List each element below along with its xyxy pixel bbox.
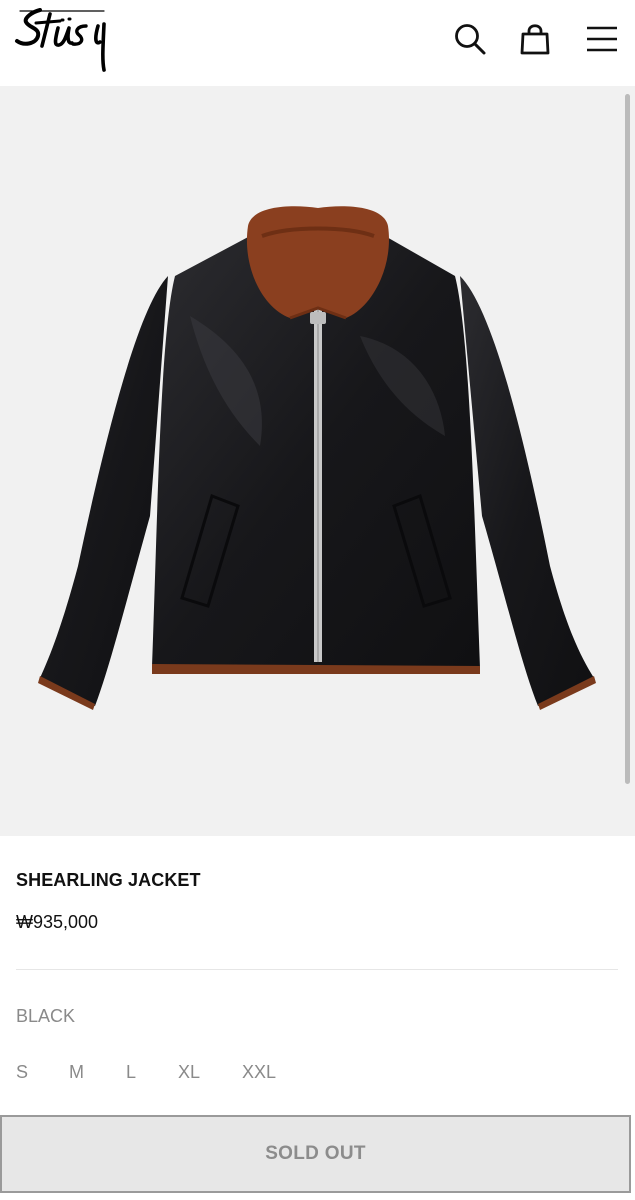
color-label[interactable]: BLACK: [16, 1006, 75, 1027]
size-option-xxl[interactable]: XXL: [242, 1062, 276, 1083]
size-option-xl[interactable]: XL: [178, 1062, 200, 1083]
product-price: ₩935,000: [16, 912, 99, 932]
brand-logo[interactable]: [14, 6, 110, 72]
search-icon[interactable]: [453, 22, 487, 56]
sold-out-button[interactable]: SOLD OUT: [0, 1115, 631, 1193]
product-title: SHEARLING JACKET: [16, 870, 201, 890]
product-image[interactable]: [0, 86, 635, 836]
divider: [16, 969, 618, 970]
site-header: [0, 0, 635, 86]
hamburger-menu-icon[interactable]: [585, 22, 619, 56]
size-option-m[interactable]: M: [69, 1062, 84, 1083]
size-option-s[interactable]: S: [16, 1062, 28, 1083]
scrollbar[interactable]: [625, 94, 630, 784]
shopping-bag-icon[interactable]: [518, 22, 552, 56]
size-option-l[interactable]: L: [126, 1062, 136, 1083]
jacket-illustration: [38, 206, 596, 710]
